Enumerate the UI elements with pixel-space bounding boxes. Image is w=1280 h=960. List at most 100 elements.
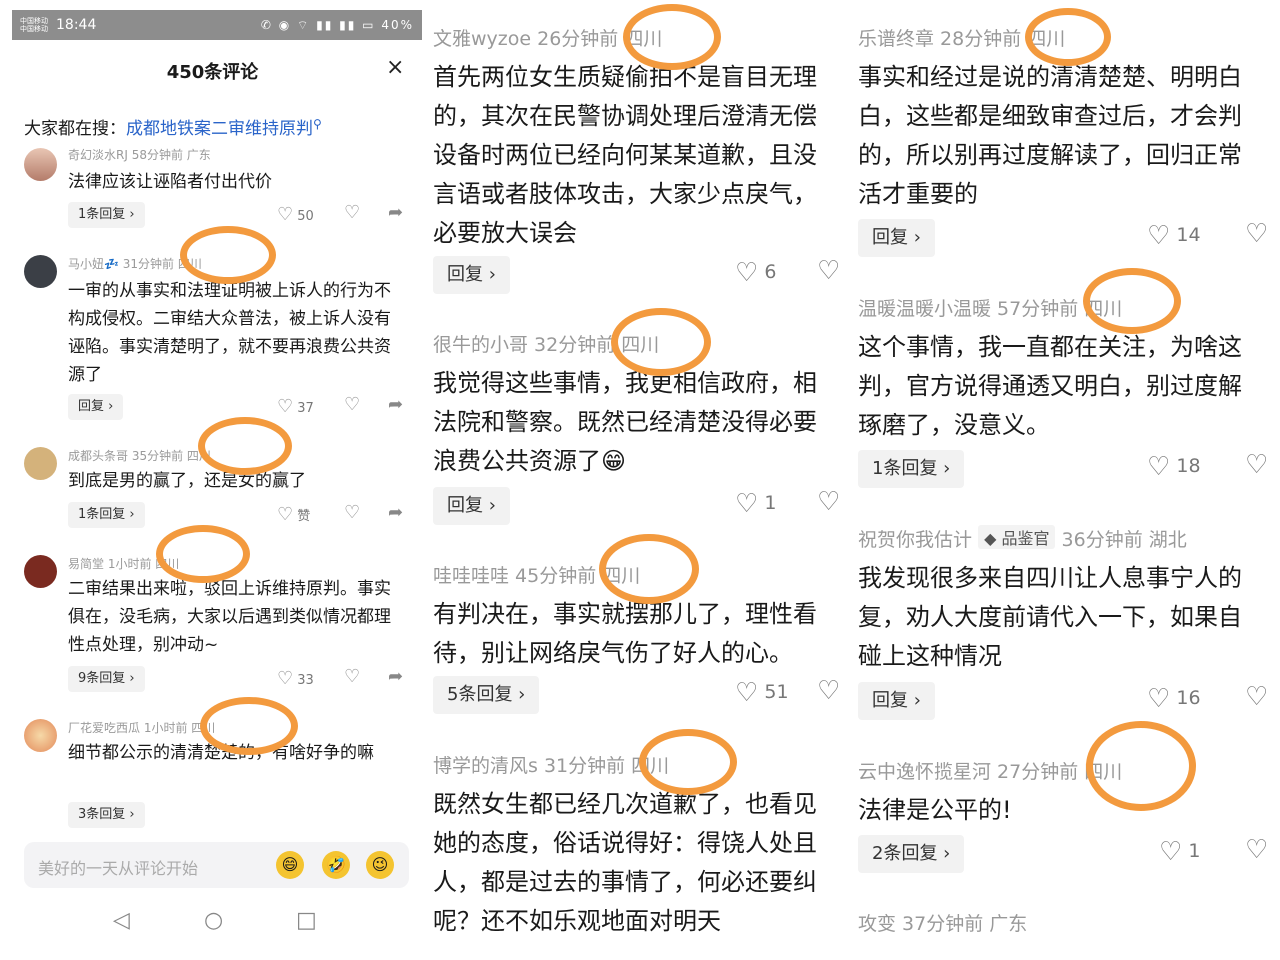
heart-icon: ♡ (1147, 221, 1171, 251)
like-button[interactable]: ♡ 37 (277, 396, 314, 417)
like-count: 14 (1176, 224, 1201, 246)
comment-text: 事实和经过是说的清清楚楚、明明白 白，这些都是细致审查过后，才会判 的，所以别再… (858, 58, 1278, 214)
broken-heart-icon[interactable]: ♡ (344, 202, 360, 223)
like-count: 1 (764, 492, 777, 514)
comment-meta: 攻变 37分钟前 广东 (858, 913, 1028, 935)
comment-line: 复，劝人大度前请代入一下，如果自 (858, 603, 1242, 631)
comment-line: 她的态度，俗话说得好：得饶人处且 (433, 829, 817, 857)
status-icons: ✆ ◉ ⌔ ▮▮ ▮▮ ▭ 40% (260, 17, 414, 32)
reply-button[interactable]: 回复 › (68, 394, 124, 420)
comment-meta: 文雅wyzoe 26分钟前 四川 (433, 28, 663, 50)
like-button[interactable]: ♡ 51 (735, 678, 789, 708)
like-button[interactable]: ♡ 6 (735, 258, 776, 288)
like-count: 33 (297, 673, 314, 688)
comment-line: 人，都是过去的事情了，何必还要纠 (433, 868, 817, 896)
reply-button[interactable]: 回复 › (433, 256, 510, 294)
nav-recent-icon[interactable]: □ (296, 908, 317, 933)
share-icon[interactable]: ➦ (388, 502, 403, 523)
share-icon[interactable]: ➦ (388, 666, 403, 687)
comment-line: 判，官方说得通透又明白，别过度解 (858, 372, 1242, 400)
broken-heart-icon[interactable]: ♡ (1245, 835, 1268, 865)
comment-line: 设备时两位已经向何某某道歉，且没 (433, 141, 817, 169)
comment-input[interactable]: 美好的一天从评论开始 😄 🤣 😉 (24, 842, 409, 888)
emoji-wink-icon[interactable]: 😉 (366, 851, 394, 879)
like-button[interactable]: ♡ 赞 (277, 504, 310, 525)
heart-icon: ♡ (277, 504, 294, 525)
avatar[interactable] (24, 447, 57, 480)
broken-heart-icon[interactable]: ♡ (1245, 219, 1268, 249)
reply-button[interactable]: 3条回复 › (68, 802, 145, 828)
comment-line: 碰上这种情况 (858, 642, 1002, 670)
heart-icon: ♡ (277, 668, 294, 689)
like-button[interactable]: ♡ 33 (277, 668, 314, 689)
comment-text: 一审的从事实和法理证明被上诉人的行为不构成侵权。二审结大众普法，被上诉人没有诬陷… (68, 281, 391, 385)
avatar[interactable] (24, 255, 57, 288)
reply-button[interactable]: 2条回复 › (858, 835, 965, 873)
broken-heart-icon[interactable]: ♡ (1245, 450, 1268, 480)
comment-meta: 温暖温暖小温暖 57分钟前 四川 (858, 298, 1123, 320)
avatar[interactable] (24, 148, 57, 181)
comment-line: 事实和经过是说的清清楚楚、明明白 (858, 63, 1242, 91)
comment-line: 的，所以别再过度解读了，回归正常 (858, 141, 1242, 169)
broken-heart-icon[interactable]: ♡ (817, 676, 840, 706)
reply-button[interactable]: 1条回复 › (68, 202, 145, 228)
status-bar: 中国移动 中国移动 18:44 ✆ ◉ ⌔ ▮▮ ▮▮ ▭ 40% (12, 10, 422, 40)
comment-line: 活才重要的 (858, 180, 978, 208)
comment-meta: 厂花爱吃西瓜 1小时前 四川 (68, 721, 216, 735)
reply-button[interactable]: 9条回复 › (68, 666, 145, 692)
comment-line: 法律是公平的! (858, 796, 1012, 824)
comment-line: 的，其次在民警协调处理后澄清无偿 (433, 102, 817, 130)
reply-button[interactable]: 5条回复 › (433, 676, 540, 714)
like-button[interactable]: ♡ 1 (1159, 837, 1200, 867)
comment-count-title: 450条评论 (166, 62, 259, 83)
comment-text: 有判决在，事实就摆那儿了，理性看 待，别让网络戾气伤了好人的心。 (433, 595, 853, 673)
emoji-laugh-icon[interactable]: 😄 (276, 851, 304, 879)
comment-author: 祝贺你我估计 (858, 529, 973, 551)
reply-button[interactable]: 回复 › (858, 219, 935, 257)
reply-button[interactable]: 回复 › (433, 487, 510, 525)
reply-button[interactable]: 1条回复 › (858, 450, 965, 488)
like-count: 6 (764, 261, 777, 283)
nav-home-icon[interactable]: ○ (204, 908, 223, 933)
status-time: 18:44 (56, 17, 97, 33)
like-button[interactable]: ♡ 14 (1147, 221, 1201, 251)
share-icon[interactable]: ➦ (388, 394, 403, 415)
broken-heart-icon[interactable]: ♡ (344, 502, 360, 523)
like-button[interactable]: ♡ 50 (277, 204, 314, 225)
emoji-cry-laugh-icon[interactable]: 🤣 (322, 851, 350, 879)
reply-button[interactable]: 回复 › (858, 682, 935, 720)
like-button[interactable]: ♡ 16 (1147, 684, 1201, 714)
comment-line: 我发现很多来自四川让人息事宁人的 (858, 564, 1242, 592)
like-button[interactable]: ♡ 1 (735, 489, 776, 519)
broken-heart-icon[interactable]: ♡ (1245, 682, 1268, 712)
share-icon[interactable]: ➦ (388, 202, 403, 223)
comment-text: 二审结果出来啦，驳回上诉维持原判。事实俱在，没毛病，大家以后遇到类似情况都理性点… (68, 579, 391, 655)
broken-heart-icon[interactable]: ♡ (817, 256, 840, 286)
trending-search-link[interactable]: 成都地铁案二审维持原判 (126, 119, 313, 139)
like-count: 18 (1176, 455, 1201, 477)
like-count: 赞 (297, 509, 311, 524)
nav-back-icon[interactable]: ◁ (113, 908, 130, 933)
avatar[interactable] (24, 555, 57, 588)
heart-icon: ♡ (1147, 684, 1171, 714)
comment-meta: 马小妞💤 31分钟前 四川 (68, 257, 202, 271)
broken-heart-icon[interactable]: ♡ (344, 666, 360, 687)
comment-text: 法律应该让诬陷者付出代价 (68, 172, 272, 192)
broken-heart-icon[interactable]: ♡ (817, 487, 840, 517)
comment-line: 有判决在，事实就摆那儿了，理性看 (433, 600, 817, 628)
avatar[interactable] (24, 719, 57, 752)
broken-heart-icon[interactable]: ♡ (344, 394, 360, 415)
comment-text: 首先两位女生质疑偷拍不是盲目无理 的，其次在民警协调处理后澄清无偿 设备时两位已… (433, 58, 853, 253)
like-count: 51 (764, 681, 789, 703)
comment-panel-2: 文雅wyzoe 26分钟前 四川 首先两位女生质疑偷拍不是盲目无理 的，其次在民… (425, 0, 853, 960)
comment-meta: 祝贺你我估计 ◆ 品鉴官 36分钟前 湖北 (858, 525, 1187, 552)
comment-text: 法律是公平的! (858, 791, 1278, 830)
close-icon[interactable]: × (386, 56, 404, 80)
reply-button[interactable]: 1条回复 › (68, 502, 145, 528)
badge-tag: ◆ 品鉴官 (978, 525, 1056, 549)
comment-meta: 成都头条哥 35分钟前 四川 (68, 449, 211, 463)
like-button[interactable]: ♡ 18 (1147, 452, 1201, 482)
search-icon[interactable]: ⚲ (313, 117, 322, 131)
comment-panel-3: 乐谱终章 28分钟前 四川 事实和经过是说的清清楚楚、明明白 白，这些都是细致审… (853, 0, 1280, 960)
comment-line: 琢磨了，没意义。 (858, 411, 1050, 439)
